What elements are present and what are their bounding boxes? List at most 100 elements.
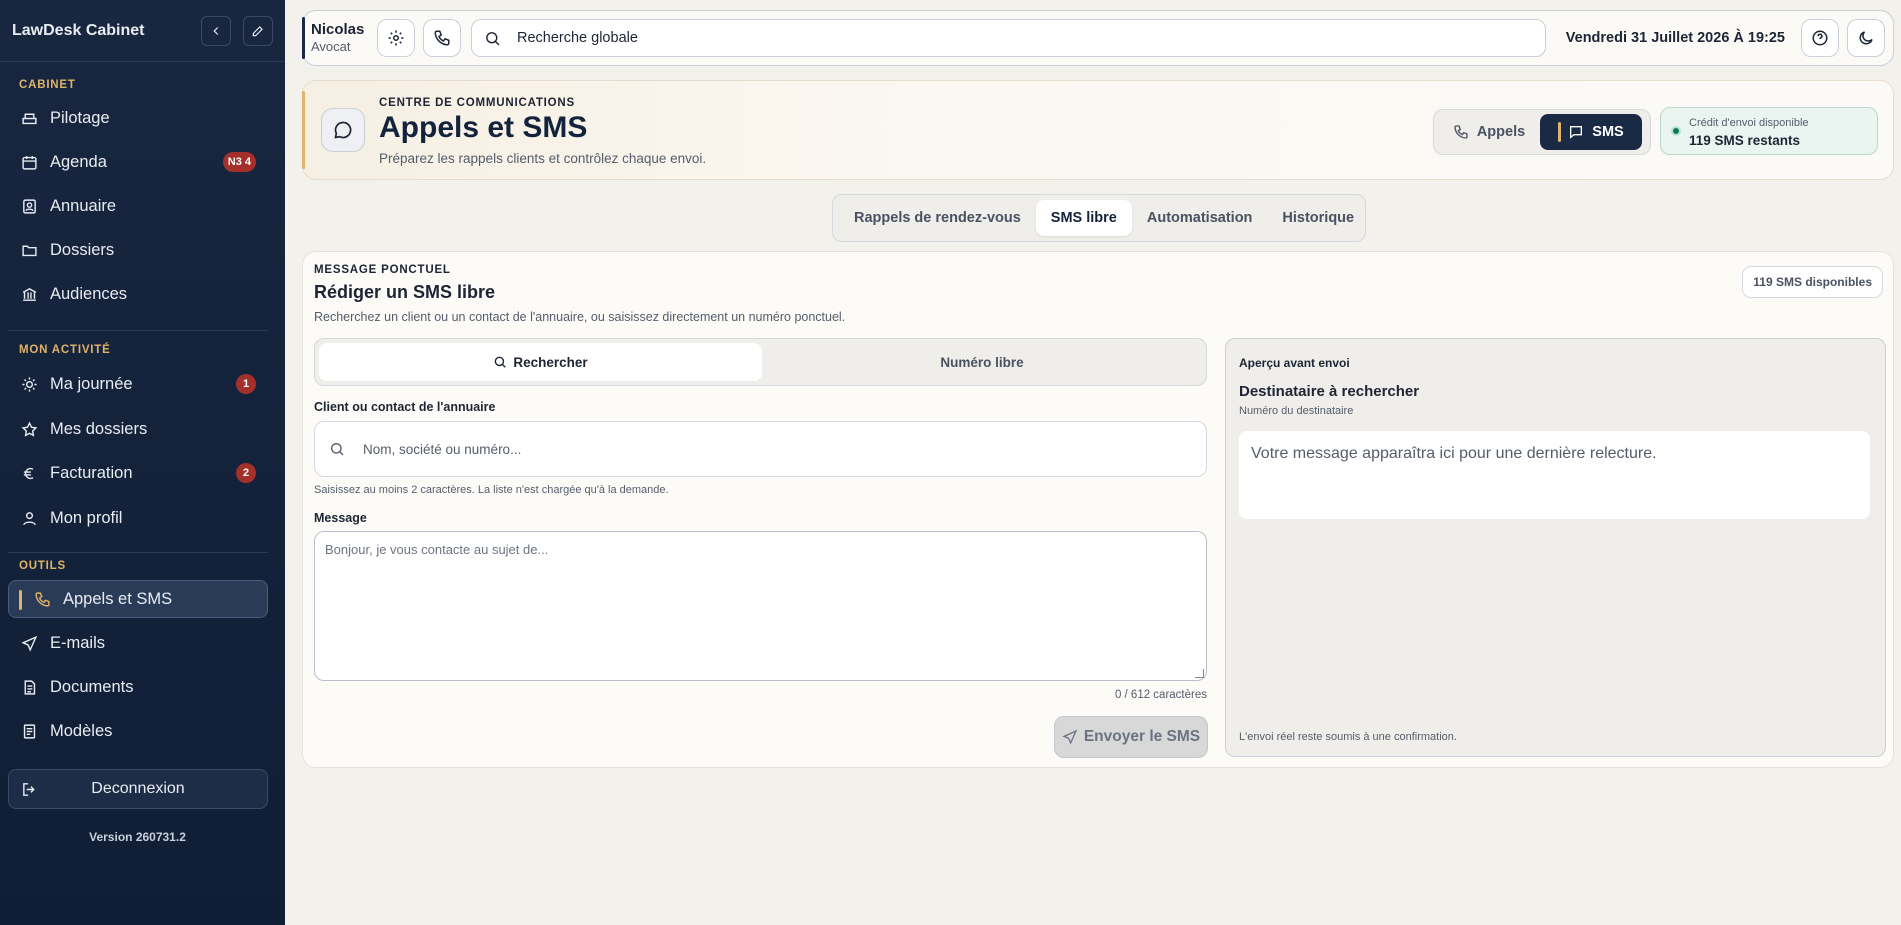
mode-search-label: Rechercher xyxy=(513,354,588,370)
sidebar-item-emails[interactable]: E-mails xyxy=(8,624,268,662)
message-icon xyxy=(321,108,365,152)
recipient-hint: Saisissez au moins 2 caractères. La list… xyxy=(314,484,669,496)
send-sms-button[interactable]: Envoyer le SMS xyxy=(1054,716,1208,758)
section-outils: OUTILS xyxy=(19,560,66,572)
credit-label: Crédit d'envoi disponible xyxy=(1689,117,1809,129)
euro-icon xyxy=(20,464,38,482)
sidebar-item-label: Dossiers xyxy=(50,240,115,259)
sidebar-item-ma-journee[interactable]: Ma journée 1 xyxy=(8,365,268,403)
sidebar-item-label: Agenda xyxy=(50,152,107,171)
agenda-badge: N3 4 xyxy=(222,152,256,172)
contacts-icon xyxy=(20,197,38,215)
sidebar-item-pilotage[interactable]: Pilotage xyxy=(8,99,268,137)
sidebar-item-agenda[interactable]: Agenda N3 4 xyxy=(8,143,268,181)
document-icon xyxy=(20,678,38,696)
message-textarea[interactable]: Bonjour, je vous contacte au sujet de... xyxy=(314,531,1207,681)
composer-title: Rédiger un SMS libre xyxy=(314,282,496,302)
sidebar-item-modeles[interactable]: Modèles xyxy=(8,712,268,750)
logout-icon xyxy=(21,781,38,798)
moon-icon xyxy=(1859,31,1873,45)
recipient-placeholder: Nom, société ou numéro... xyxy=(363,441,522,457)
settings-button[interactable] xyxy=(377,19,415,57)
composer-eyebrow: MESSAGE PONCTUEL xyxy=(314,264,451,276)
phone-icon xyxy=(33,590,51,608)
sidebar-item-documents[interactable]: Documents xyxy=(8,668,268,706)
call-button[interactable] xyxy=(423,19,461,57)
user-role: Avocat xyxy=(311,39,351,54)
recipient-mode-toggle: Rechercher Numéro libre xyxy=(314,338,1207,386)
preview-footer: L'envoi réel reste soumis à une confirma… xyxy=(1239,731,1457,743)
user-block[interactable]: Nicolas Avocat xyxy=(311,21,369,55)
recipient-search-input[interactable]: Nom, société ou numéro... xyxy=(314,421,1207,477)
logout-label: Deconnexion xyxy=(91,780,185,797)
sidebar-item-audiences[interactable]: Audiences xyxy=(8,275,268,313)
pencil-icon xyxy=(252,25,263,36)
sidebar-item-appels-sms[interactable]: Appels et SMS xyxy=(8,580,268,618)
mode-free-number-button[interactable]: Numéro libre xyxy=(762,343,1202,381)
facturation-badge: 2 xyxy=(236,463,256,483)
search-placeholder: Recherche globale xyxy=(517,30,638,46)
tab-historique[interactable]: Historique xyxy=(1267,200,1369,236)
message-label: Message xyxy=(314,511,367,525)
tab-automatisation[interactable]: Automatisation xyxy=(1132,200,1268,236)
sms-composer-card: MESSAGE PONCTUEL Rédiger un SMS libre Re… xyxy=(302,251,1894,768)
gear-icon xyxy=(388,30,404,46)
mode-search-button[interactable]: Rechercher xyxy=(319,343,762,381)
star-icon xyxy=(20,420,38,438)
sidebar-item-label: Ma journée xyxy=(50,374,133,393)
sidebar-divider xyxy=(8,330,268,331)
page-title: Appels et SMS xyxy=(379,111,588,144)
user-name: Nicolas xyxy=(311,21,365,38)
sidebar-item-facturation[interactable]: Facturation 2 xyxy=(8,454,268,492)
sms-credit-card: Crédit d'envoi disponible 119 SMS restan… xyxy=(1660,107,1878,155)
page-subtitle: Préparez les rappels clients et contrôle… xyxy=(379,151,707,166)
preview-recipient: Destinataire à rechercher xyxy=(1239,383,1420,400)
switch-calls[interactable]: Appels xyxy=(1438,124,1540,140)
sidebar: LawDesk Cabinet CABINET Pilotage Agenda … xyxy=(0,0,285,925)
page-header: CENTRE DE COMMUNICATIONS Appels et SMS P… xyxy=(302,80,1894,180)
sidebar-item-label: Annuaire xyxy=(50,196,117,215)
sidebar-item-mon-profil[interactable]: Mon profil xyxy=(8,499,268,537)
search-icon xyxy=(493,355,507,369)
tab-sms-libre[interactable]: SMS libre xyxy=(1035,200,1132,236)
status-dot xyxy=(1671,126,1681,136)
composer-subtitle: Recherchez un client ou un contact de l'… xyxy=(314,310,846,324)
sidebar-item-label: Documents xyxy=(50,677,134,696)
section-cabinet: CABINET xyxy=(19,79,76,91)
folder-icon xyxy=(20,241,38,259)
message-placeholder: Bonjour, je vous contacte au sujet de... xyxy=(325,542,549,557)
brand-name: LawDesk Cabinet xyxy=(12,21,145,39)
sms-available-badge: 119 SMS disponibles xyxy=(1742,266,1883,298)
sidebar-item-label: Pilotage xyxy=(50,108,110,127)
sidebar-item-mes-dossiers[interactable]: Mes dossiers xyxy=(8,410,268,448)
dark-mode-toggle[interactable] xyxy=(1847,19,1885,57)
user-icon xyxy=(20,509,38,527)
edit-button[interactable] xyxy=(243,15,273,46)
page-eyebrow: CENTRE DE COMMUNICATIONS xyxy=(379,97,575,109)
send-icon xyxy=(20,634,38,652)
section-activite: MON ACTIVITÉ xyxy=(19,344,111,356)
sms-tabs: Rappels de rendez-vous SMS libre Automat… xyxy=(832,194,1366,242)
sidebar-item-label: Mes dossiers xyxy=(50,419,148,438)
sidebar-header: LawDesk Cabinet xyxy=(0,0,285,62)
ma-journee-badge: 1 xyxy=(236,374,256,394)
char-counter: 0 / 612 caractères xyxy=(1114,689,1207,701)
help-icon xyxy=(1812,30,1828,46)
global-search-input[interactable]: Recherche globale xyxy=(471,19,1546,57)
help-button[interactable] xyxy=(1801,19,1839,57)
switch-calls-label: Appels xyxy=(1476,124,1526,140)
current-datetime: Vendredi 31 Juillet 2026 À 19:25 xyxy=(1565,30,1785,46)
logout-button[interactable]: Deconnexion xyxy=(8,769,268,809)
sidebar-item-label: Modèles xyxy=(50,721,113,740)
sidebar-item-dossiers[interactable]: Dossiers xyxy=(8,231,268,269)
app-version: Version 260731.2 xyxy=(89,830,186,844)
switch-sms[interactable]: SMS xyxy=(1540,114,1642,150)
chat-icon xyxy=(1568,124,1584,140)
tab-rappels[interactable]: Rappels de rendez-vous xyxy=(839,200,1036,236)
collapse-sidebar-button[interactable] xyxy=(201,15,231,46)
sidebar-item-label: Mon profil xyxy=(50,508,123,527)
dashboard-icon xyxy=(20,109,38,127)
template-icon xyxy=(20,722,38,740)
sidebar-item-annuaire[interactable]: Annuaire xyxy=(8,187,268,225)
phone-icon xyxy=(1453,124,1469,140)
